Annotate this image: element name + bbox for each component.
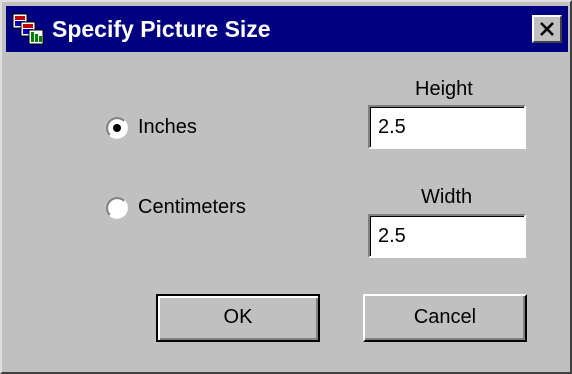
height-label: Height (415, 78, 473, 100)
app-icon (12, 13, 44, 45)
title-bar[interactable]: Specify Picture Size (6, 6, 568, 52)
window-title: Specify Picture Size (52, 16, 271, 42)
radio-inches[interactable]: Inches (106, 116, 197, 139)
radio-centimeters[interactable]: Centimeters (106, 196, 246, 219)
close-button[interactable] (532, 15, 562, 43)
ok-button[interactable]: OK (156, 294, 320, 342)
width-label: Width (421, 186, 473, 208)
dialog-window: Specify Picture Size Inches Centimeters … (0, 0, 572, 374)
width-input[interactable] (368, 214, 526, 258)
radio-label-inches: Inches (138, 116, 197, 138)
height-input[interactable] (368, 105, 526, 149)
radio-checked-icon[interactable] (106, 116, 128, 139)
close-icon (540, 22, 554, 36)
cancel-button[interactable]: Cancel (363, 294, 527, 342)
radio-unchecked-icon[interactable] (106, 196, 128, 219)
radio-label-centimeters: Centimeters (138, 196, 246, 218)
